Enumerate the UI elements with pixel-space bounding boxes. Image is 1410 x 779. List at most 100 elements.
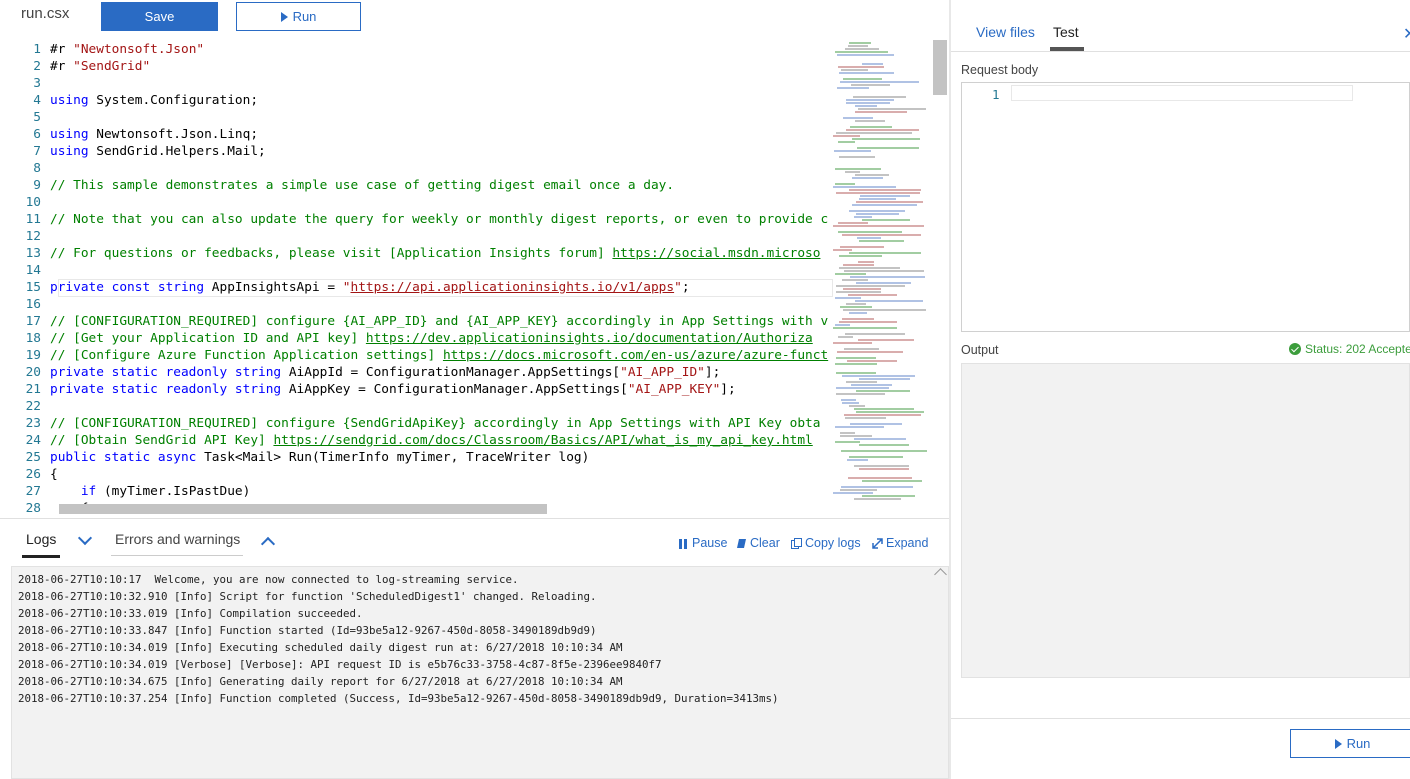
code-token: private static readonly string (50, 365, 282, 380)
copy-logs-button[interactable]: Copy logs (791, 536, 861, 550)
chevron-down-icon[interactable] (77, 530, 93, 546)
minimap-line (843, 264, 874, 266)
chevron-up-icon[interactable] (260, 536, 276, 552)
minimap-line (841, 69, 868, 71)
code-line[interactable]: 19 // [Configure Azure Function Applicati… (0, 347, 830, 364)
code-line[interactable]: 25 public static async Task<Mail> Run(Tim… (0, 449, 830, 466)
minimap-line (835, 441, 860, 443)
logs-header: Logs Errors and warnings Pause Clear Cop… (0, 518, 950, 565)
minimap-line (842, 318, 874, 320)
clear-label: Clear (750, 536, 780, 550)
code-line[interactable]: 16 (0, 296, 830, 313)
code-line[interactable]: 11 // Note that you can also update the q… (0, 211, 830, 228)
code-token: ]; (720, 382, 736, 397)
right-footer-divider (951, 718, 1410, 719)
minimap-line (838, 336, 853, 338)
code-editor[interactable]: 1 #r "Newtonsoft.Json" 2 #r "SendGrid" 3 4 usi… (0, 40, 950, 515)
code-line[interactable]: 23 // [CONFIGURATION_REQUIRED] configure … (0, 415, 830, 432)
line-number: 20 (25, 365, 41, 380)
line-number: 18 (25, 331, 41, 346)
tab-logs[interactable]: Logs (26, 531, 56, 547)
code-line[interactable]: 7 using SendGrid.Helpers.Mail; (0, 143, 830, 160)
log-output[interactable]: 2018-06-27T10:10:17 Welcome, you are now… (11, 566, 949, 779)
line-number: 16 (25, 297, 41, 312)
code-line[interactable]: 10 (0, 194, 830, 211)
minimap-line (846, 99, 894, 101)
log-line: 2018-06-27T10:10:33.847 [Info] Function … (18, 624, 597, 637)
run-button[interactable]: Run (236, 2, 361, 31)
code-line[interactable]: 9 // This sample demonstrates a simple us… (0, 177, 830, 194)
minimap-line (835, 324, 850, 326)
minimap-line (849, 252, 921, 254)
minimap-line (840, 489, 877, 491)
save-button[interactable]: Save (101, 2, 218, 31)
clear-button[interactable]: Clear (736, 536, 780, 550)
code-minimap[interactable] (831, 40, 933, 515)
line-number: 2 (33, 59, 41, 74)
code-token: #r (50, 59, 74, 74)
minimap-line (862, 219, 910, 221)
minimap-line (836, 393, 885, 395)
code-line[interactable]: 12 (0, 228, 830, 245)
log-scroll-up-icon[interactable] (934, 568, 947, 581)
code-token: Task<Mail> Run(TimerInfo myTimer, TraceW… (196, 450, 590, 465)
minimap-line (833, 249, 852, 251)
minimap-line (843, 309, 926, 311)
minimap-line (836, 291, 881, 293)
code-line[interactable]: 15 private const string AppInsightsApi = … (0, 279, 830, 296)
minimap-line (858, 108, 926, 110)
code-token: AiAppKey = ConfigurationManager.AppSetti… (281, 382, 628, 397)
minimap-line (836, 387, 889, 389)
horizontal-scrollbar[interactable] (59, 504, 547, 514)
vertical-scroll-thumb[interactable] (933, 40, 947, 95)
minimap-line (838, 222, 868, 224)
minimap-line (836, 192, 920, 194)
code-line[interactable]: 8 (0, 160, 830, 177)
minimap-line (846, 303, 866, 305)
request-current-line (1011, 85, 1353, 101)
pause-button[interactable]: Pause (678, 536, 727, 550)
minimap-line (854, 216, 872, 218)
close-icon[interactable]: ✕ (1403, 24, 1410, 44)
tab-errors-and-warnings[interactable]: Errors and warnings (115, 531, 240, 547)
code-token: https://docs.microsoft.com/en-us/azure/a… (442, 348, 829, 363)
log-line: 2018-06-27T10:10:17 Welcome, you are now… (18, 573, 519, 586)
minimap-line (835, 273, 866, 275)
code-line[interactable]: 2 #r "SendGrid" (0, 58, 830, 75)
tab-test[interactable]: Test (1053, 24, 1079, 40)
minimap-line (845, 48, 879, 50)
code-token: System.Configuration; (88, 93, 259, 108)
code-token: https://dev.applicationinsights.io/docum… (365, 331, 813, 346)
line-number: 8 (33, 161, 41, 176)
code-line[interactable]: 3 (0, 75, 830, 92)
tab-errors-underline (111, 555, 243, 556)
code-line[interactable]: 13 // For questions or feedbacks, please … (0, 245, 830, 262)
line-number: 17 (25, 314, 41, 329)
code-line[interactable]: 17 // [CONFIGURATION_REQUIRED] configure … (0, 313, 830, 330)
code-line[interactable]: 20 private static readonly string AiAppId… (0, 364, 830, 381)
code-line[interactable]: 4 using System.Configuration; (0, 92, 830, 109)
tab-view-files[interactable]: View files (976, 24, 1035, 40)
minimap-line (836, 132, 912, 134)
code-token: " (674, 280, 682, 295)
expand-button[interactable]: Expand (872, 536, 928, 550)
code-line[interactable]: 26 { (0, 466, 830, 483)
code-line[interactable]: 24 // [Obtain SendGrid API Key] https://s… (0, 432, 830, 449)
code-line[interactable]: 22 (0, 398, 830, 415)
request-body-editor[interactable]: 1 (961, 82, 1410, 332)
minimap-line (839, 72, 894, 74)
code-line[interactable]: 14 (0, 262, 830, 279)
minimap-line (833, 492, 873, 494)
code-line[interactable]: 5 (0, 109, 830, 126)
right-header-divider (951, 51, 1410, 52)
minimap-line (859, 240, 904, 242)
code-line[interactable]: 21 private static readonly string AiAppKe… (0, 381, 830, 398)
code-line[interactable]: 1 #r "Newtonsoft.Json" (0, 41, 830, 58)
minimap-line (842, 234, 921, 236)
code-line[interactable]: 18 // [Get your Application ID and API ke… (0, 330, 830, 347)
vertical-scrollbar[interactable] (933, 40, 947, 515)
test-run-button[interactable]: Run (1290, 729, 1410, 758)
code-line[interactable]: 6 using Newtonsoft.Json.Linq; (0, 126, 830, 143)
code-line[interactable]: 27 if (myTimer.IsPastDue) (0, 483, 830, 500)
minimap-line (857, 237, 881, 239)
